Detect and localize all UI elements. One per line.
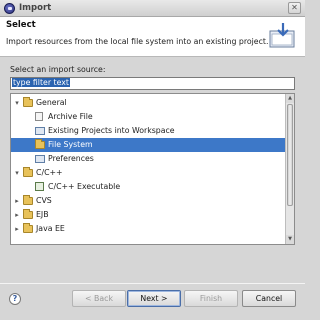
tree-item-existing-projects[interactable]: Existing Projects into Workspace xyxy=(11,124,286,138)
scroll-up-arrow-icon[interactable]: ▲ xyxy=(286,94,294,103)
collapsed-twisty-icon[interactable]: ▸ xyxy=(13,208,21,222)
wizard-header: Select Import resources from the local f… xyxy=(0,17,305,57)
back-button[interactable]: < Back xyxy=(72,290,126,307)
import-source-tree[interactable]: ▾ General Archive File Existing Projects… xyxy=(10,93,295,245)
c-executable-icon xyxy=(35,182,44,191)
folder-icon xyxy=(23,209,33,219)
filter-text: type filter text xyxy=(12,78,70,87)
expanded-twisty-icon[interactable]: ▾ xyxy=(13,166,21,180)
tree-item-label: Preferences xyxy=(48,154,94,163)
collapsed-twisty-icon[interactable]: ▸ xyxy=(13,222,21,236)
tree-item-label: General xyxy=(36,98,67,107)
tree-item-cpp-executable[interactable]: C/C++ Executable xyxy=(11,180,286,194)
archive-file-icon xyxy=(35,112,43,121)
collapsed-twisty-icon[interactable]: ▸ xyxy=(13,194,21,208)
folder-icon xyxy=(23,167,33,177)
tree-item-file-system[interactable]: File System xyxy=(11,138,286,152)
filter-input[interactable]: type filter text xyxy=(10,77,295,90)
button-bar-separator xyxy=(0,283,305,284)
preferences-icon xyxy=(35,155,45,163)
scrollbar-thumb[interactable] xyxy=(287,104,293,206)
folder-icon xyxy=(23,223,33,233)
tree-item-cpp[interactable]: ▾ C/C++ xyxy=(11,166,286,180)
page-description: Import resources from the local file sys… xyxy=(6,37,269,46)
scroll-down-arrow-icon[interactable]: ▼ xyxy=(286,235,294,244)
tree-item-archive-file[interactable]: Archive File xyxy=(11,110,286,124)
import-source-label: Select an import source: xyxy=(10,65,106,74)
tree-item-label: C/C++ Executable xyxy=(48,182,121,191)
import-wizard-icon xyxy=(269,23,295,48)
close-button[interactable]: ✕ xyxy=(288,2,301,14)
tree-item-label: EJB xyxy=(36,210,49,219)
tree-item-label: C/C++ xyxy=(36,168,63,177)
tree-item-general[interactable]: ▾ General xyxy=(11,96,286,110)
window-title: Import xyxy=(19,3,52,13)
tree-item-ejb[interactable]: ▸ EJB xyxy=(11,208,286,222)
tree-item-label: Java EE xyxy=(36,224,65,233)
next-button[interactable]: Next > xyxy=(127,290,181,307)
cancel-button[interactable]: Cancel xyxy=(242,290,296,307)
tree-item-label: Archive File xyxy=(48,112,93,121)
folder-icon xyxy=(35,139,45,149)
tree-item-java-ee[interactable]: ▸ Java EE xyxy=(11,222,286,236)
tree-item-label: File System xyxy=(48,140,93,149)
folder-icon xyxy=(23,195,33,205)
tree-item-cvs[interactable]: ▸ CVS xyxy=(11,194,286,208)
tree-item-label: Existing Projects into Workspace xyxy=(48,126,175,135)
vertical-scrollbar[interactable]: ▲ ▼ xyxy=(285,94,294,244)
finish-button[interactable]: Finish xyxy=(184,290,238,307)
projects-icon xyxy=(35,127,45,135)
title-bar: Import ✕ xyxy=(0,0,305,17)
help-button[interactable]: ? xyxy=(9,293,21,305)
expanded-twisty-icon[interactable]: ▾ xyxy=(13,96,21,110)
folder-icon xyxy=(23,97,33,107)
page-title: Select xyxy=(6,20,36,30)
eclipse-app-icon xyxy=(4,3,15,14)
tree-item-preferences[interactable]: Preferences xyxy=(11,152,286,166)
tree-item-label: CVS xyxy=(36,196,52,205)
